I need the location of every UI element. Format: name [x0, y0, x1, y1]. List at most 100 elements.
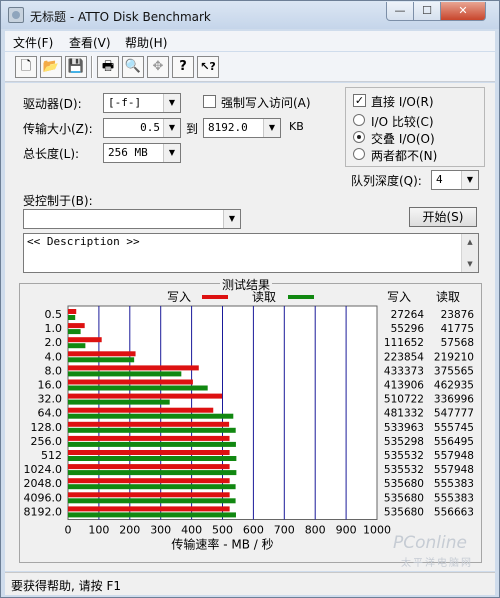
queue-depth-value: 4 — [436, 173, 443, 186]
transfer-to-value: 8192.0 — [208, 121, 248, 134]
read-value: 555383 — [434, 478, 474, 490]
print-preview-icon[interactable]: 🔍 — [122, 56, 144, 78]
read-bar — [68, 498, 236, 504]
read-bar — [68, 413, 234, 419]
write-value: 535680 — [384, 478, 424, 490]
write-bar — [68, 309, 77, 314]
transfer-size-label: 传输大小(Z): — [23, 122, 93, 136]
io-overlap-label: 交叠 I/O(O) — [371, 132, 435, 146]
write-value: 535680 — [384, 506, 424, 518]
write-value: 535532 — [384, 464, 424, 476]
drive-select[interactable]: [-f-] ▼ — [103, 93, 181, 113]
read-value: 57568 — [441, 337, 474, 349]
write-bar — [68, 351, 136, 357]
read-bar — [68, 357, 135, 363]
menu-help[interactable]: 帮助(H) — [125, 34, 167, 51]
status-bar: 要获得帮助, 请按 F1 — [5, 572, 495, 595]
help-icon[interactable]: ? — [172, 56, 194, 78]
y-tick-label: 1.0 — [45, 322, 63, 335]
read-value: 555745 — [434, 422, 474, 434]
transfer-from-value: 0.5 — [140, 121, 160, 134]
chevron-down-icon[interactable]: ▼ — [263, 119, 280, 137]
y-tick-label: 16.0 — [38, 379, 63, 392]
transfer-to-select[interactable]: 8192.0 ▼ — [203, 118, 281, 138]
write-value: 223854 — [384, 351, 424, 363]
description-box[interactable]: << Description >> ▲ ▼ — [23, 233, 479, 273]
write-bar — [68, 506, 230, 512]
scroll-down-icon[interactable]: ▼ — [462, 256, 478, 272]
scroll-up-icon[interactable]: ▲ — [462, 234, 478, 250]
write-bar — [68, 464, 230, 470]
x-tick-label: 600 — [243, 524, 264, 537]
legend-write-label: 写入 — [167, 290, 191, 304]
drive-label: 驱动器(D): — [23, 97, 82, 111]
write-value: 533963 — [384, 422, 424, 434]
write-bar — [68, 323, 85, 329]
y-tick-label: 0.5 — [45, 308, 63, 321]
total-length-select[interactable]: 256 MB ▼ — [103, 143, 181, 163]
chevron-down-icon[interactable]: ▼ — [163, 94, 180, 112]
y-tick-label: 512 — [41, 449, 62, 462]
write-value: 510722 — [384, 394, 424, 406]
minimize-button[interactable]: — — [386, 2, 414, 21]
read-bar — [68, 329, 81, 335]
io-compare-radio[interactable] — [353, 114, 365, 126]
controlled-by-label: 受控制于(B): — [23, 194, 93, 208]
new-document-icon[interactable]: 🗋 — [15, 56, 37, 78]
read-value: 41775 — [441, 323, 474, 335]
context-help-icon[interactable]: ↖? — [197, 56, 219, 78]
close-button[interactable]: ✕ — [440, 2, 486, 21]
maximize-button[interactable]: ☐ — [413, 2, 441, 21]
menu-view[interactable]: 查看(V) — [69, 34, 111, 51]
read-value: 336996 — [434, 394, 474, 406]
io-overlap-radio[interactable] — [353, 131, 365, 143]
chevron-down-icon[interactable]: ▼ — [163, 119, 180, 137]
x-tick-label: 100 — [88, 524, 109, 537]
y-tick-label: 8192.0 — [24, 505, 63, 518]
x-tick-label: 500 — [212, 524, 233, 537]
write-value: 535298 — [384, 436, 424, 448]
description-scrollbar[interactable]: ▲ ▼ — [461, 234, 478, 272]
chevron-down-icon[interactable]: ▼ — [163, 144, 180, 162]
x-tick-label: 0 — [65, 524, 72, 537]
transfer-from-select[interactable]: 0.5 ▼ — [103, 118, 181, 138]
menu-file[interactable]: 文件(F) — [13, 34, 53, 51]
read-value: 557948 — [434, 450, 474, 462]
read-value: 556663 — [434, 506, 474, 518]
x-tick-label: 300 — [150, 524, 171, 537]
force-write-checkbox[interactable] — [203, 95, 216, 108]
write-value: 433373 — [384, 365, 424, 377]
app-window: 无标题 - ATTO Disk Benchmark — ☐ ✕ 文件(F) 查看… — [0, 0, 500, 598]
queue-depth-label: 队列深度(Q): — [351, 174, 422, 188]
chevron-down-icon[interactable]: ▼ — [223, 210, 240, 228]
column-header-write: 写入 — [387, 290, 411, 304]
write-bar — [68, 407, 214, 413]
save-icon[interactable]: 💾 — [65, 56, 87, 78]
print-icon[interactable]: 🖶 — [97, 56, 119, 78]
read-bar — [68, 484, 236, 490]
y-tick-label: 1024.0 — [24, 463, 63, 476]
column-header-read: 读取 — [436, 290, 460, 304]
write-value: 535680 — [384, 492, 424, 504]
open-folder-icon[interactable]: 📂 — [40, 56, 62, 78]
chevron-down-icon[interactable]: ▼ — [461, 171, 478, 189]
y-tick-label: 256.0 — [31, 435, 63, 448]
x-tick-label: 900 — [336, 524, 357, 537]
controlled-by-select[interactable]: ▼ — [23, 209, 241, 229]
write-bar — [68, 492, 230, 498]
io-neither-radio[interactable] — [353, 148, 365, 160]
write-value: 535532 — [384, 450, 424, 462]
write-value: 481332 — [384, 408, 424, 420]
direct-io-checkbox[interactable]: ✓ — [353, 94, 366, 107]
write-bar — [68, 365, 199, 371]
queue-depth-select[interactable]: 4 ▼ — [431, 170, 479, 190]
toolbar-separator — [91, 56, 93, 78]
x-tick-label: 800 — [305, 524, 326, 537]
legend-write-swatch — [202, 295, 228, 299]
x-tick-label: 1000 — [363, 524, 391, 537]
direct-io-label: 直接 I/O(R) — [371, 95, 434, 109]
move-icon[interactable]: ✥ — [147, 56, 169, 78]
results-panel: 测试结果 0 100 200 300 400 500 600 700 800 900 1000 写入读… — [19, 276, 482, 563]
read-value: 23876 — [441, 309, 475, 321]
start-button[interactable]: 开始(S) — [409, 207, 477, 227]
